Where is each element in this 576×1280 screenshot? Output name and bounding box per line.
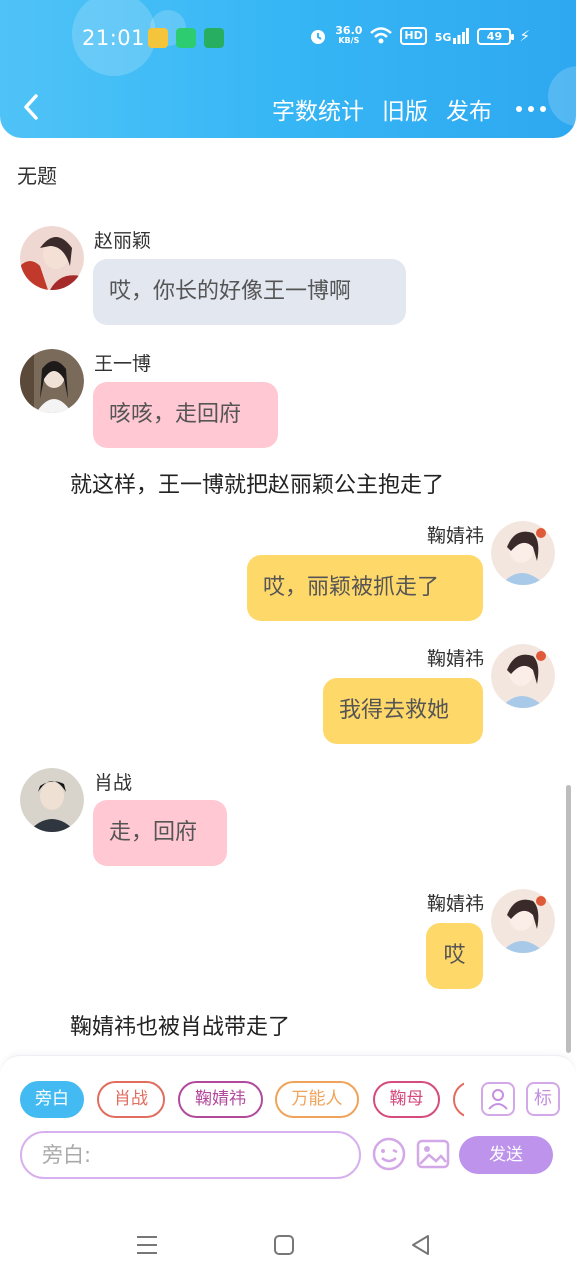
add-role-icon[interactable] [481, 1082, 515, 1116]
sender-name: 鞠婧祎 [426, 525, 484, 547]
more-icon[interactable] [516, 106, 546, 112]
chip-xiao-zhan[interactable]: 肖战 [97, 1081, 165, 1118]
message-bubble[interactable]: 走，回府 [93, 800, 227, 866]
sender-name: 肖战 [94, 772, 133, 794]
word-count-button[interactable]: 字数统计 [272, 92, 364, 126]
status-bar: 21:01 36.0 KB/S HD 5G 49 ⚡ [0, 0, 576, 78]
status-right: 36.0 KB/S HD 5G 49 ⚡ [309, 24, 530, 46]
back-nav-icon[interactable] [408, 1232, 434, 1258]
composer-panel: 旁白 肖战 鞠婧祎 万能人 鞠母 标 旁白: 发送 [0, 1055, 576, 1210]
avatar-ju-jingyi[interactable] [491, 644, 555, 708]
menu-icon[interactable] [134, 1232, 160, 1258]
header: 21:01 36.0 KB/S HD 5G 49 ⚡ 字数统计 旧版 发布 [0, 0, 576, 138]
sender-name: 王一博 [94, 353, 152, 375]
shop-notification-icon [204, 28, 224, 48]
signal-type: 5G [434, 31, 452, 44]
battery-icon: 49 [477, 27, 515, 45]
document-title[interactable]: 无题 [17, 160, 57, 189]
chip-wanneng-ren[interactable]: 万能人 [275, 1081, 359, 1118]
nav-bar: 字数统计 旧版 发布 [0, 80, 576, 136]
net-speed: 36.0 KB/S [335, 24, 363, 46]
sender-name: 鞠婧祎 [426, 893, 484, 915]
app-notification-icon [148, 28, 168, 48]
message-bubble[interactable]: 我得去救她 [323, 678, 483, 744]
sender-name: 赵丽颖 [94, 230, 152, 252]
message-bubble[interactable]: 咳咳，走回府 [93, 382, 278, 448]
message-bubble[interactable]: 哎，丽颖被抓走了 [247, 555, 483, 621]
sender-name: 鞠婧祎 [426, 648, 484, 670]
emoji-icon[interactable] [371, 1136, 407, 1172]
status-time: 21:01 [82, 26, 146, 50]
image-icon[interactable] [415, 1136, 451, 1172]
home-icon[interactable] [271, 1232, 297, 1258]
signal-bars-icon [453, 28, 470, 44]
scrollbar[interactable] [566, 785, 571, 1053]
back-icon[interactable] [16, 90, 50, 124]
net-speed-value: 36.0 [335, 24, 363, 37]
message-bubble[interactable]: 哎 [426, 923, 483, 989]
signal-icon: 5G [435, 28, 470, 44]
net-speed-unit: KB/S [338, 36, 360, 45]
charging-icon: ⚡ [519, 27, 530, 45]
message-bubble[interactable]: 哎，你长的好像王一博啊 [93, 259, 406, 325]
chip-ju-mu[interactable]: 鞠母 [373, 1081, 440, 1118]
hd-badge: HD [400, 27, 427, 45]
publish-button[interactable]: 发布 [446, 92, 492, 126]
old-version-button[interactable]: 旧版 [382, 92, 428, 126]
avatar-ju-jingyi[interactable] [491, 889, 555, 953]
wifi-icon [370, 27, 393, 44]
send-button[interactable]: 发送 [459, 1136, 553, 1174]
narration-text[interactable]: 鞠婧祎也被肖战带走了 [70, 1009, 290, 1041]
message-input[interactable]: 旁白: [20, 1131, 361, 1179]
narration-text[interactable]: 就这样，王一博就把赵丽颖公主抱走了 [70, 467, 444, 499]
chip-narrator[interactable]: 旁白 [20, 1081, 84, 1118]
tag-button[interactable]: 标 [526, 1082, 560, 1116]
alarm-icon [311, 30, 326, 44]
chip-overflow[interactable] [453, 1081, 464, 1118]
avatar-wang-yibo[interactable] [20, 349, 84, 413]
home-notification-icon [176, 28, 196, 48]
avatar-xiao-zhan[interactable] [20, 768, 84, 832]
system-nav-bar [0, 1210, 576, 1280]
app-root: 21:01 36.0 KB/S HD 5G 49 ⚡ 字数统计 旧版 发布 无题… [0, 0, 576, 1280]
avatar-zhao-liying[interactable] [20, 226, 84, 290]
role-chips: 旁白 肖战 鞠婧祎 万能人 鞠母 [20, 1081, 464, 1119]
avatar-ju-jingyi[interactable] [491, 521, 555, 585]
nav-actions: 字数统计 旧版 发布 [272, 92, 546, 126]
chip-ju-jingyi[interactable]: 鞠婧祎 [178, 1081, 263, 1118]
